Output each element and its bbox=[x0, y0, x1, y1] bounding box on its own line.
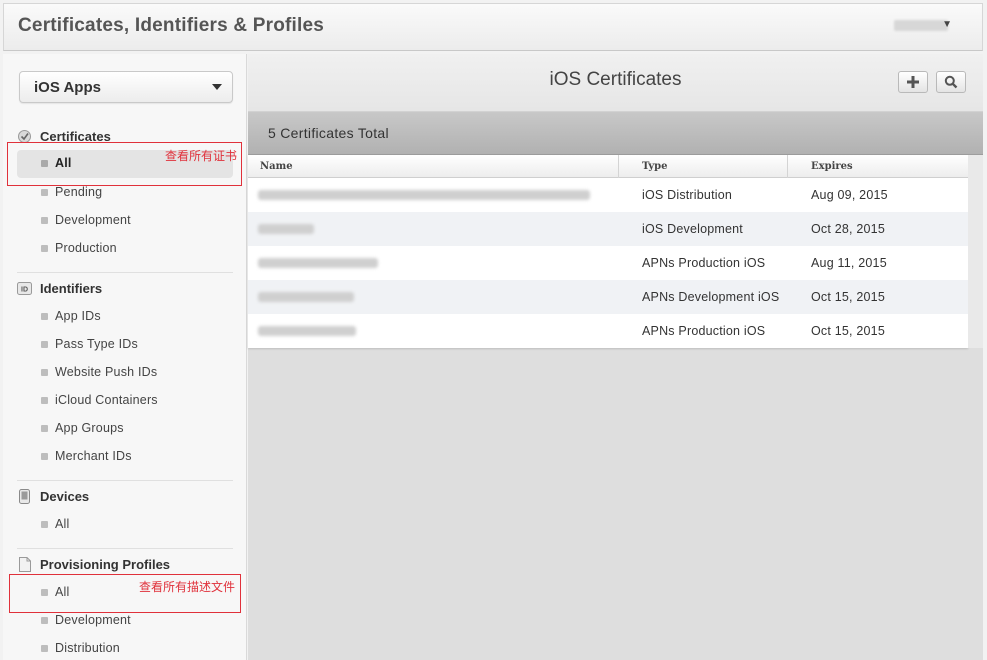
sidebar-item-website-push-ids[interactable]: Website Push IDs bbox=[17, 362, 233, 384]
sidebar-item-label: Website Push IDs bbox=[55, 365, 158, 379]
id-card-icon: ID bbox=[17, 281, 32, 296]
cell-type: APNs Development iOS bbox=[642, 290, 780, 304]
page-title: Certificates, Identifiers & Profiles bbox=[18, 15, 325, 36]
cell-type: iOS Development bbox=[642, 222, 743, 236]
column-header-type[interactable]: Type bbox=[642, 161, 668, 172]
sidebar-item-label: Pass Type IDs bbox=[55, 337, 138, 351]
cell-expires: Aug 11, 2015 bbox=[811, 256, 887, 270]
main-panel: iOS Certificates 5 Certificates Total Na… bbox=[248, 54, 983, 660]
divider bbox=[17, 480, 233, 481]
certificate-name-redacted bbox=[258, 326, 356, 336]
sidebar-item-profiles-development[interactable]: Development bbox=[17, 610, 233, 632]
sidebar-item-app-groups[interactable]: App Groups bbox=[17, 418, 233, 440]
divider bbox=[17, 548, 233, 549]
search-button[interactable] bbox=[936, 71, 966, 93]
cell-type: APNs Production iOS bbox=[642, 256, 766, 270]
annotation-note-profiles: 查看所有描述文件 bbox=[139, 580, 236, 594]
top-bar: Certificates, Identifiers & Profiles ▼ bbox=[3, 3, 983, 51]
cell-type: iOS Distribution bbox=[642, 188, 733, 202]
search-icon bbox=[944, 75, 958, 89]
sidebar-item-label: App Groups bbox=[55, 421, 124, 435]
sidebar-item-label: All bbox=[55, 517, 70, 531]
scrollbar[interactable] bbox=[968, 155, 983, 348]
sidebar-item-app-ids[interactable]: App IDs bbox=[17, 306, 233, 328]
section-label: Identifiers bbox=[40, 280, 103, 296]
chevron-down-icon bbox=[212, 84, 222, 90]
sidebar-item-pass-type-ids[interactable]: Pass Type IDs bbox=[17, 334, 233, 356]
sidebar-item-merchant-ids[interactable]: Merchant IDs bbox=[17, 446, 233, 468]
cell-expires: Oct 28, 2015 bbox=[811, 222, 885, 236]
plus-icon bbox=[907, 76, 919, 88]
sidebar-item-label: Production bbox=[55, 241, 117, 255]
table-row[interactable]: APNs Development iOS Oct 15, 2015 bbox=[248, 280, 968, 314]
svg-text:ID: ID bbox=[21, 286, 28, 293]
table-row[interactable]: iOS Distribution Aug 09, 2015 bbox=[248, 178, 968, 212]
sidebar-item-certificates-production[interactable]: Production bbox=[17, 238, 233, 260]
table-row[interactable]: iOS Development Oct 28, 2015 bbox=[248, 212, 968, 246]
certificate-name-redacted bbox=[258, 190, 590, 200]
section-label: Devices bbox=[40, 488, 90, 504]
certificate-count: 5 Certificates Total bbox=[268, 125, 389, 141]
sidebar-item-devices-all[interactable]: All bbox=[17, 514, 233, 536]
table-row[interactable]: APNs Production iOS Aug 11, 2015 bbox=[248, 246, 968, 280]
device-icon bbox=[17, 488, 32, 504]
column-header-name[interactable]: Name bbox=[260, 161, 293, 172]
sidebar-item-label: App IDs bbox=[55, 309, 101, 323]
sidebar-item-label: Development bbox=[55, 213, 131, 227]
platform-select-label: iOS Apps bbox=[34, 79, 101, 96]
main-header: iOS Certificates bbox=[248, 54, 983, 112]
cell-expires: Oct 15, 2015 bbox=[811, 290, 885, 304]
sidebar-item-profiles-distribution[interactable]: Distribution bbox=[17, 638, 233, 660]
annotation-note-certificates: 查看所有证书 bbox=[165, 149, 238, 163]
sidebar-item-label: iCloud Containers bbox=[55, 393, 158, 407]
column-header-expires[interactable]: Expires bbox=[811, 161, 853, 172]
sidebar-item-label: Merchant IDs bbox=[55, 449, 132, 463]
table-row[interactable]: APNs Production iOS Oct 15, 2015 bbox=[248, 314, 968, 348]
cell-expires: Aug 09, 2015 bbox=[811, 188, 888, 202]
certificate-name-redacted bbox=[258, 258, 378, 268]
platform-select[interactable]: iOS Apps bbox=[19, 71, 233, 103]
user-account-menu[interactable] bbox=[894, 20, 948, 31]
cell-expires: Oct 15, 2015 bbox=[811, 324, 885, 338]
section-devices: Devices bbox=[17, 487, 89, 505]
table-header: Name Type Expires bbox=[248, 155, 968, 178]
sidebar-item-certificates-development[interactable]: Development bbox=[17, 210, 233, 232]
section-label: Provisioning Profiles bbox=[40, 556, 171, 572]
sidebar-item-label: Distribution bbox=[55, 641, 120, 655]
certificates-table: Name Type Expires iOS Distribution Aug 0… bbox=[248, 155, 983, 348]
divider bbox=[17, 272, 233, 273]
sidebar-item-label: Pending bbox=[55, 185, 103, 199]
certificate-name-redacted bbox=[258, 224, 314, 234]
cell-type: APNs Production iOS bbox=[642, 324, 766, 338]
chevron-down-icon[interactable]: ▼ bbox=[942, 19, 952, 30]
add-button[interactable] bbox=[898, 71, 928, 93]
count-bar: 5 Certificates Total bbox=[248, 112, 983, 155]
section-identifiers: ID Identifiers bbox=[17, 279, 102, 297]
main-title: iOS Certificates bbox=[549, 69, 682, 90]
sidebar-item-label: Development bbox=[55, 613, 131, 627]
document-icon bbox=[17, 556, 32, 572]
sidebar-item-icloud-containers[interactable]: iCloud Containers bbox=[17, 390, 233, 412]
certificate-name-redacted bbox=[258, 292, 354, 302]
section-provisioning-profiles: Provisioning Profiles bbox=[17, 555, 170, 573]
